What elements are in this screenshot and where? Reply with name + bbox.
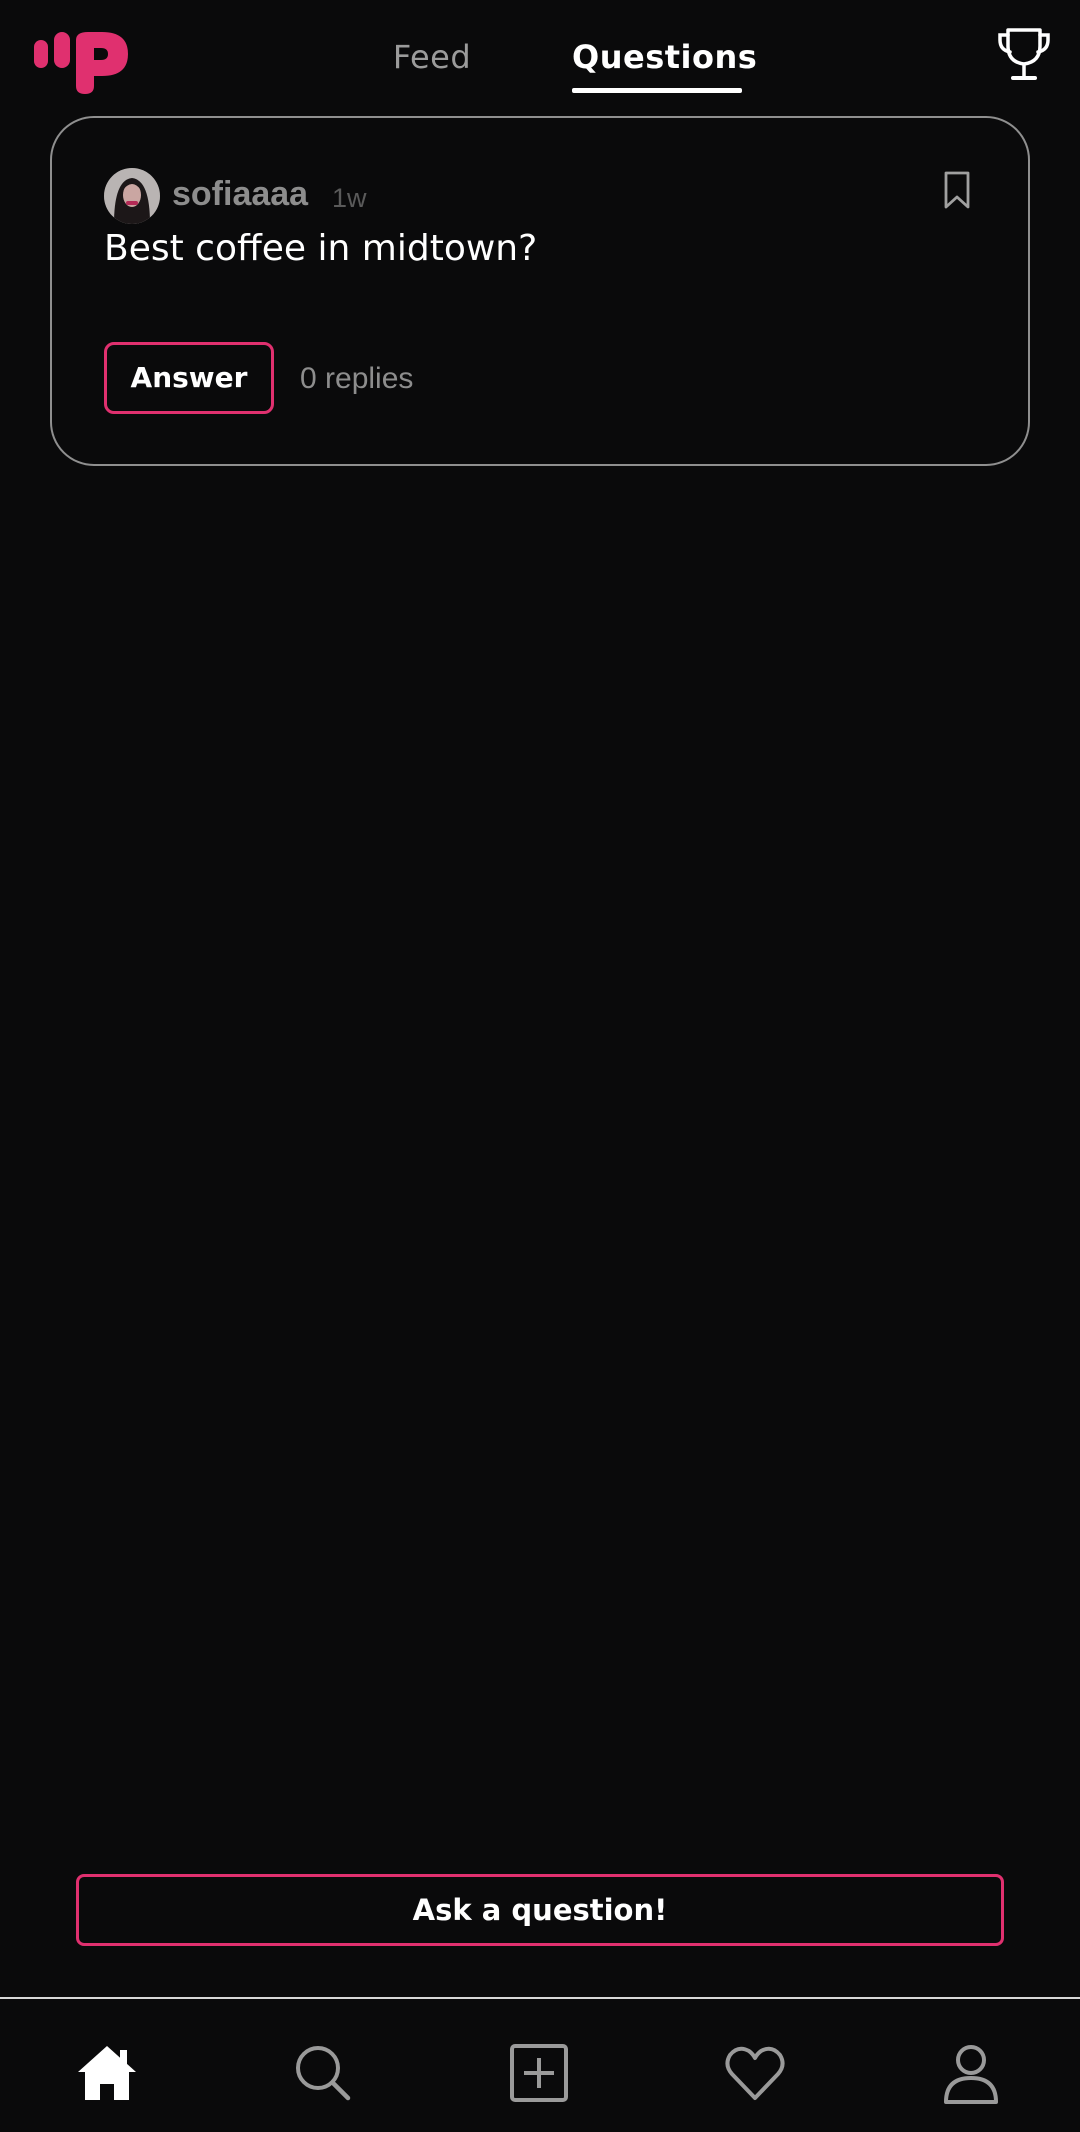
replies-count[interactable]: 0 replies [300,360,413,398]
bookmark-icon[interactable] [942,170,972,210]
question-card[interactable]: sofiaaaa 1w Best coffee in midtown? Answ… [50,116,1030,466]
ask-question-button[interactable]: Ask a question! [76,1874,1004,1946]
top-header: Feed Questions [0,0,1080,110]
tab-feed[interactable]: Feed [372,34,492,84]
avatar[interactable] [104,168,160,224]
search-icon[interactable] [288,2038,358,2108]
bottom-nav-divider [0,1997,1080,1999]
add-post-icon[interactable] [504,2038,574,2108]
profile-icon[interactable] [936,2038,1006,2108]
question-timestamp: 1w [332,183,367,213]
active-tab-indicator [572,88,742,93]
question-author-username[interactable]: sofiaaaa [172,172,308,216]
answer-button[interactable]: Answer [104,342,274,414]
heart-icon[interactable] [720,2038,790,2108]
app-logo-icon[interactable] [32,30,132,94]
home-icon[interactable] [72,2038,142,2108]
question-text: Best coffee in midtown? [104,228,538,269]
tab-questions[interactable]: Questions [572,34,757,84]
trophy-icon[interactable] [996,26,1052,84]
